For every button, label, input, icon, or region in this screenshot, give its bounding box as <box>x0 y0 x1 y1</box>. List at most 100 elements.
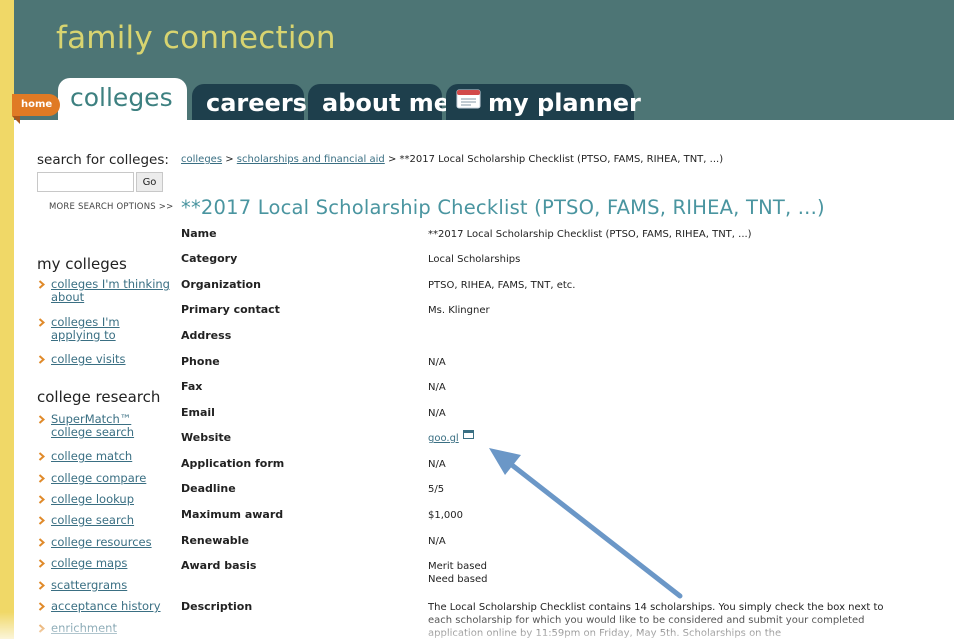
sidebar-item-link[interactable]: college visits <box>37 353 171 366</box>
sidebar-item-link[interactable]: scattergrams <box>37 579 171 592</box>
sidebar-item-link[interactable]: enrichment <box>37 622 171 635</box>
breadcrumb-separator: > <box>384 154 400 165</box>
field-value: $1,000 <box>428 510 463 521</box>
field-value: 5/5 <box>428 484 445 495</box>
sidebar-item-research[interactable]: college maps <box>37 557 171 570</box>
chevron-right-icon <box>38 602 46 611</box>
breadcrumb-scholarships-link[interactable]: scholarships and financial aid <box>237 154 385 165</box>
sidebar-item-research[interactable]: college match <box>37 450 171 463</box>
sidebar-item-label: acceptance history <box>51 599 161 613</box>
sidebar-item-link[interactable]: college lookup <box>37 493 171 506</box>
field-value: Local Scholarships <box>428 254 521 265</box>
college-search-input[interactable] <box>37 172 134 192</box>
breadcrumb: colleges > scholarships and financial ai… <box>181 154 723 165</box>
home-badge-fold <box>12 116 20 124</box>
field-label: Primary contact <box>181 303 280 316</box>
field-label: Description <box>181 600 253 613</box>
sidebar-item-label: college match <box>51 449 133 463</box>
field-label: Address <box>181 329 232 342</box>
chevron-right-icon <box>38 559 46 568</box>
tab-careers[interactable]: careers <box>192 84 307 120</box>
tab-my-planner[interactable]: my planner <box>446 84 641 120</box>
tab-my-planner-label: my planner <box>488 89 641 117</box>
field-value: N/A <box>428 536 446 547</box>
chevron-right-icon <box>38 415 46 424</box>
sidebar-item-label: college resources <box>51 535 152 549</box>
sidebar-item-link[interactable]: college search <box>37 514 171 527</box>
sidebar-item-link[interactable]: college compare <box>37 472 171 485</box>
field-value: goo.gl <box>428 430 474 445</box>
field-label: Category <box>181 252 238 265</box>
field-value: The Local Scholarship Checklist contains… <box>428 602 884 639</box>
sidebar-item-label: college lookup <box>51 492 135 506</box>
sidebar-item-label: college maps <box>51 556 128 570</box>
field-label: Phone <box>181 355 220 368</box>
page-title: **2017 Local Scholarship Checklist (PTSO… <box>181 196 825 219</box>
chevron-right-icon <box>38 355 46 364</box>
field-label: Renewable <box>181 534 249 547</box>
chevron-right-icon <box>38 452 46 461</box>
my-colleges-heading: my colleges <box>37 255 127 273</box>
field-label: Website <box>181 431 232 444</box>
college-research-heading: college research <box>37 388 161 406</box>
sidebar-item-link[interactable]: colleges I'm applying to <box>37 316 171 342</box>
chevron-right-icon <box>38 624 46 633</box>
award-basis-need: Need based <box>428 574 488 585</box>
sidebar-item-label: college search <box>51 513 135 527</box>
field-label: Deadline <box>181 482 236 495</box>
sidebar-item-label: scattergrams <box>51 578 128 592</box>
sidebar-item-research[interactable]: acceptance history <box>37 600 171 613</box>
sidebar-item-my-colleges[interactable]: colleges I'm applying to <box>37 316 171 342</box>
field-label: Maximum award <box>181 508 284 521</box>
sidebar-item-my-colleges[interactable]: colleges I'm thinking about <box>37 278 171 304</box>
field-value: N/A <box>428 382 446 393</box>
chevron-right-icon <box>38 516 46 525</box>
chevron-right-icon <box>38 474 46 483</box>
field-value: N/A <box>428 408 446 419</box>
tab-colleges[interactable]: colleges <box>58 78 187 122</box>
search-label: search for colleges: <box>37 152 169 168</box>
chevron-right-icon <box>38 581 46 590</box>
sidebar-item-research[interactable]: enrichment <box>37 622 171 635</box>
search-row: Go <box>37 172 167 192</box>
sidebar-item-link[interactable]: SuperMatch™ college search <box>37 413 171 439</box>
breadcrumb-current: **2017 Local Scholarship Checklist (PTSO… <box>399 154 724 165</box>
sidebar-item-research[interactable]: college resources <box>37 536 171 549</box>
sidebar-item-label: college compare <box>51 471 147 485</box>
sidebar-item-link[interactable]: acceptance history <box>37 600 171 613</box>
sidebar-item-research[interactable]: college compare <box>37 472 171 485</box>
field-label: Application form <box>181 457 285 470</box>
sidebar-item-my-colleges[interactable]: college visits <box>37 353 171 366</box>
chevron-right-icon <box>38 280 46 289</box>
home-button[interactable]: home <box>12 94 60 116</box>
website-link[interactable]: goo.gl <box>428 433 459 444</box>
field-label: Fax <box>181 380 203 393</box>
sidebar-item-link[interactable]: college match <box>37 450 171 463</box>
field-label: Organization <box>181 278 261 291</box>
field-value: **2017 Local Scholarship Checklist (PTSO… <box>428 229 752 240</box>
sidebar-item-label: colleges I'm applying to <box>51 315 120 342</box>
sidebar-item-link[interactable]: college resources <box>37 536 171 549</box>
breadcrumb-colleges-link[interactable]: colleges <box>181 154 222 165</box>
field-label: Name <box>181 227 217 240</box>
field-value: N/A <box>428 459 446 470</box>
field-value: Ms. Klingner <box>428 305 490 316</box>
field-value: Merit based Need based <box>428 560 488 586</box>
external-window-icon[interactable] <box>462 430 474 443</box>
more-search-options-link[interactable]: MORE SEARCH OPTIONS >> <box>49 202 173 212</box>
sidebar-item-label: enrichment <box>51 621 117 635</box>
award-basis-merit: Merit based <box>428 561 487 572</box>
sidebar-item-research[interactable]: scattergrams <box>37 579 171 592</box>
field-label: Email <box>181 406 215 419</box>
planner-icon <box>456 85 482 119</box>
go-button[interactable]: Go <box>136 172 163 192</box>
sidebar-item-research[interactable]: SuperMatch™ college search <box>37 413 171 439</box>
field-label: Award basis <box>181 559 257 572</box>
breadcrumb-separator: > <box>222 154 237 165</box>
sidebar-item-link[interactable]: college maps <box>37 557 171 570</box>
sidebar-item-link[interactable]: colleges I'm thinking about <box>37 278 171 304</box>
sidebar-item-label: SuperMatch™ college search <box>51 412 135 439</box>
sidebar-item-research[interactable]: college search <box>37 514 171 527</box>
tab-about-me[interactable]: about me <box>308 84 450 120</box>
sidebar-item-research[interactable]: college lookup <box>37 493 171 506</box>
